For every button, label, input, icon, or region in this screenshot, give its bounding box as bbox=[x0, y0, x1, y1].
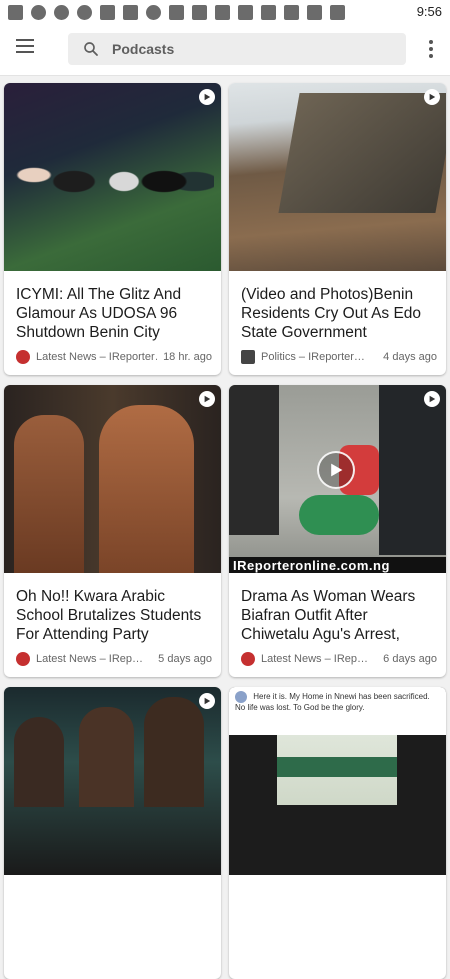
avatar bbox=[235, 691, 247, 703]
source-logo-icon bbox=[241, 350, 255, 364]
card-meta: Latest News – IRep… 5 days ago bbox=[16, 651, 212, 667]
card-title: ICYMI: All The Glitz And Glamour As UDOS… bbox=[16, 286, 182, 341]
card-thumbnail: Here it is. My Home in Nnewi has been sa… bbox=[229, 687, 446, 875]
social-post-header: Here it is. My Home in Nnewi has been sa… bbox=[229, 687, 446, 735]
notification-icon bbox=[192, 4, 207, 20]
published-time: 6 days ago bbox=[383, 653, 437, 665]
podcast-card[interactable]: IReporteronline.com.ng Drama As Woman We… bbox=[229, 385, 446, 677]
play-video-button[interactable] bbox=[317, 451, 355, 489]
card-meta: Politics – IReporter… 4 days ago bbox=[241, 349, 437, 365]
image-watermark: IReporteronline.com.ng bbox=[233, 558, 390, 573]
notification-icon bbox=[215, 4, 230, 20]
podcast-card[interactable]: (Video and Photos)Benin Residents Cry Ou… bbox=[229, 83, 446, 375]
phone-icon bbox=[77, 4, 92, 20]
card-thumbnail bbox=[4, 385, 221, 573]
source-logo-icon bbox=[241, 652, 255, 666]
card-thumbnail bbox=[229, 83, 446, 271]
card-thumbnail: IReporteronline.com.ng bbox=[229, 385, 446, 573]
play-icon bbox=[424, 391, 440, 407]
source-name: Latest News – IReporter… bbox=[36, 351, 158, 363]
search-input[interactable]: Podcasts bbox=[112, 41, 174, 57]
search-bar[interactable]: Podcasts bbox=[68, 33, 406, 65]
card-title: Oh No!! Kwara Arabic School Brutalizes S… bbox=[16, 588, 202, 643]
phone-icon bbox=[31, 4, 46, 20]
podcast-card[interactable]: Oh No!! Kwara Arabic School Brutalizes S… bbox=[4, 385, 221, 677]
play-icon bbox=[199, 89, 215, 105]
search-icon bbox=[84, 42, 98, 56]
play-icon bbox=[199, 391, 215, 407]
source-name: Latest News – IRep… bbox=[261, 653, 368, 665]
card-meta: Latest News – IRep… 6 days ago bbox=[241, 651, 437, 667]
image-icon bbox=[123, 4, 138, 20]
status-bar: 9:56 bbox=[0, 0, 450, 24]
menu-icon bbox=[16, 51, 34, 53]
podcast-card[interactable]: Here it is. My Home in Nnewi has been sa… bbox=[229, 687, 446, 979]
source-name: Latest News – IRep… bbox=[36, 653, 143, 665]
card-title: (Video and Photos)Benin Residents Cry Ou… bbox=[241, 286, 422, 341]
menu-button[interactable] bbox=[16, 39, 36, 59]
card-title: Drama As Woman Wears Biafran Outfit Afte… bbox=[241, 588, 416, 643]
card-thumbnail bbox=[4, 83, 221, 271]
podcast-card[interactable]: ICYMI: All The Glitz And Glamour As UDOS… bbox=[4, 83, 221, 375]
sync-icon bbox=[54, 4, 69, 20]
source-logo-icon bbox=[16, 652, 30, 666]
notification-icon bbox=[238, 4, 253, 20]
published-time: 4 days ago bbox=[383, 351, 437, 363]
notification-icon bbox=[8, 4, 23, 20]
source-logo-icon bbox=[16, 350, 30, 364]
source-name: Politics – IReporter… bbox=[261, 351, 365, 363]
card-thumbnail bbox=[4, 687, 221, 875]
notification-icon bbox=[284, 4, 299, 20]
phone-icon bbox=[146, 4, 161, 20]
notification-icon bbox=[169, 4, 184, 20]
published-time: 5 days ago bbox=[158, 653, 212, 665]
status-time: 9:56 bbox=[416, 4, 442, 19]
more-options-button[interactable] bbox=[428, 40, 434, 60]
play-icon bbox=[199, 693, 215, 709]
social-post-text: Here it is. My Home in Nnewi has been sa… bbox=[235, 692, 430, 712]
notification-icon bbox=[307, 4, 322, 20]
app-bar: Podcasts bbox=[0, 24, 450, 76]
notification-icon bbox=[261, 4, 276, 20]
menu-icon bbox=[16, 45, 34, 47]
card-meta: Latest News – IReporter… 18 hr. ago bbox=[16, 349, 212, 365]
play-icon bbox=[424, 89, 440, 105]
published-time: 18 hr. ago bbox=[163, 351, 212, 363]
podcast-card[interactable] bbox=[4, 687, 221, 979]
font-icon bbox=[330, 4, 345, 20]
menu-icon bbox=[16, 39, 34, 41]
mail-icon bbox=[100, 4, 115, 20]
